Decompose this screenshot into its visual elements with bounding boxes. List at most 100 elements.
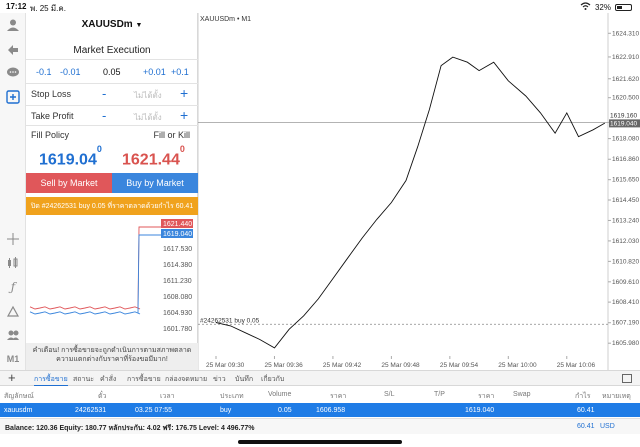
execution-type[interactable]: Market Execution <box>26 45 198 56</box>
divider <box>26 125 198 126</box>
tab-mailbox[interactable]: กล่องจดหมาย <box>165 374 207 385</box>
battery-level <box>617 5 622 9</box>
new-order-icon[interactable] <box>5 89 21 105</box>
row-time: 03.25 07:55 <box>135 407 172 414</box>
status-time: 17:12 <box>6 2 27 11</box>
mini-tick-chart: 1621.440 1619.040 1617.530 1614.380 1611.2… <box>29 219 193 333</box>
ask-price-big: 44 <box>162 151 180 169</box>
volume-minus-0-01[interactable]: -0.01 <box>60 67 81 77</box>
y-tick-label: 1616.860 <box>612 156 639 163</box>
row-symbol: xauusdm <box>4 407 33 414</box>
row-ticket: 24262531 <box>75 407 107 414</box>
stop-loss-minus-button[interactable]: - <box>102 86 106 101</box>
x-tick-label: 25 Mar 10:00 <box>498 362 537 369</box>
timeframe-icon[interactable]: M1 <box>5 351 21 367</box>
chat-icon[interactable] <box>5 65 21 81</box>
y-tick-label: 1614.450 <box>612 197 639 204</box>
symbol-selector[interactable]: XAUUSDm ▼ <box>26 19 198 30</box>
positions-table-header: สัญลักษณ์ ตั๋ว เวลา ประเภท Volume ราคา S… <box>0 387 640 402</box>
x-tick-label: 25 Mar 09:30 <box>206 362 245 369</box>
total-profit: 60.41 <box>577 423 595 430</box>
status-right: 32% <box>580 2 632 12</box>
mini-bid-line <box>29 234 161 315</box>
crosshair-icon[interactable] <box>5 231 21 247</box>
stop-loss-input[interactable]: ไม่ได้ตั้ง <box>134 89 162 102</box>
col-type: ประเภท <box>220 393 244 400</box>
tab-history[interactable]: การซื้อขาย <box>127 374 161 385</box>
fill-policy-label: Fill Policy <box>31 130 70 140</box>
take-profit-row: Take Profit - ไม่ได้ตั้ง + <box>26 107 198 124</box>
close-position-button[interactable]: ปิด #24262531 buy 0.05 ที่ราคาตลาดด้วยกำ… <box>26 197 198 215</box>
y-tick-label: 1621.620 <box>612 76 639 83</box>
slippage-warning: คำเตือน! การซื้อขายจะถูกดำเนินการตามสภาพ… <box>26 343 198 370</box>
mini-price-label: 1601.780 <box>163 326 192 333</box>
take-profit-minus-button[interactable]: - <box>102 108 106 123</box>
battery-percent: 32% <box>594 2 611 12</box>
warning-line-2: ความแตกต่างกับราคาที่ร้องขอมีมาก! <box>56 356 168 363</box>
home-indicator <box>238 440 402 444</box>
row-price: 1606.958 <box>316 407 346 414</box>
row-profit: 60.41 <box>577 407 595 414</box>
objects-icon[interactable] <box>5 303 21 319</box>
stop-loss-plus-button[interactable]: + <box>180 85 188 101</box>
battery-icon <box>615 3 632 11</box>
left-toolbar: ƒ M1 <box>0 13 26 370</box>
volume-plus-0-1[interactable]: +0.1 <box>171 67 189 77</box>
y-tick-label: 1615.650 <box>612 177 639 184</box>
stop-loss-label: Stop Loss <box>31 89 72 99</box>
mini-price-label: 1611.230 <box>163 278 192 285</box>
wifi-icon <box>580 2 591 12</box>
templates-icon[interactable] <box>5 327 21 343</box>
x-tick-label: 25 Mar 09:36 <box>264 362 303 369</box>
col-ticket: ตั๋ว <box>98 393 107 400</box>
stop-loss-row: Stop Loss - ไม่ได้ตั้ง + <box>26 85 198 102</box>
volume-minus-0-1[interactable]: -0.1 <box>36 67 52 77</box>
sell-by-market-button[interactable]: Sell by Market <box>26 173 112 193</box>
account-summary-bar: Balance: 120.36 Equity: 180.77 หลักประกั… <box>0 418 640 434</box>
price-series-line <box>215 56 606 349</box>
mini-ask-tag: 1621.440 <box>163 221 192 228</box>
indicators-icon[interactable]: ƒ <box>5 279 21 295</box>
y-tick-label: 1609.610 <box>612 279 639 286</box>
account-icon[interactable] <box>5 17 21 33</box>
take-profit-label: Take Profit <box>31 111 74 121</box>
add-icon[interactable]: + <box>8 370 16 385</box>
mini-bid-tag: 1619.040 <box>163 231 192 238</box>
ask-price-sup: 0 <box>179 144 185 154</box>
col-sl: S/L <box>384 391 395 398</box>
x-tick-label: 25 Mar 09:48 <box>381 362 420 369</box>
y-tick-label: 1624.310 <box>612 30 639 37</box>
tab-journal[interactable]: บันทึก <box>235 374 253 385</box>
take-profit-plus-button[interactable]: + <box>180 107 188 123</box>
price-chart[interactable]: XAUUSDm • M1 1624.310 1622.910 1621.620 162… <box>198 13 640 370</box>
candles-icon[interactable] <box>5 255 21 271</box>
trade-icon[interactable] <box>5 41 21 57</box>
mini-ask-line <box>29 226 161 310</box>
tab-orders[interactable]: คำสั่ง <box>100 374 116 385</box>
tab-trade[interactable]: การซื้อขาย <box>34 374 68 386</box>
x-tick-label: 25 Mar 09:42 <box>323 362 362 369</box>
y-tick-label: 1605.980 <box>612 340 639 347</box>
bid-price-sup: 0 <box>96 144 102 154</box>
tab-news[interactable]: ข่าว <box>213 374 226 385</box>
y-tick-label: 1610.820 <box>612 258 639 265</box>
position-line-label: #24262531 buy 0.05 <box>200 317 260 324</box>
tab-exposure[interactable]: สถานะ <box>73 374 94 385</box>
volume-plus-0-01[interactable]: +0.01 <box>143 67 166 77</box>
bid-price-big: 04 <box>79 151 97 169</box>
col-comment: หมายเหตุ <box>602 393 631 400</box>
mini-price-label: 1617.530 <box>163 246 192 253</box>
col-price: ราคา <box>330 393 347 400</box>
table-row[interactable]: xauusdm 24262531 03.25 07:55 buy 0.05 16… <box>0 403 640 417</box>
col-time: เวลา <box>160 393 175 400</box>
buy-by-market-button[interactable]: Buy by Market <box>112 173 198 193</box>
tab-about[interactable]: เกี่ยวกับ <box>261 374 284 385</box>
account-currency: USD <box>600 423 615 430</box>
layout-icon[interactable] <box>622 374 632 383</box>
y-tick-label: 1618.080 <box>612 136 639 143</box>
ask-price-tag: 1619.160 <box>610 112 637 119</box>
volume-input[interactable]: 0.05 <box>103 67 121 77</box>
col-profit: กำไร <box>575 393 591 400</box>
col-swap: Swap <box>513 391 531 398</box>
take-profit-input[interactable]: ไม่ได้ตั้ง <box>134 111 162 124</box>
